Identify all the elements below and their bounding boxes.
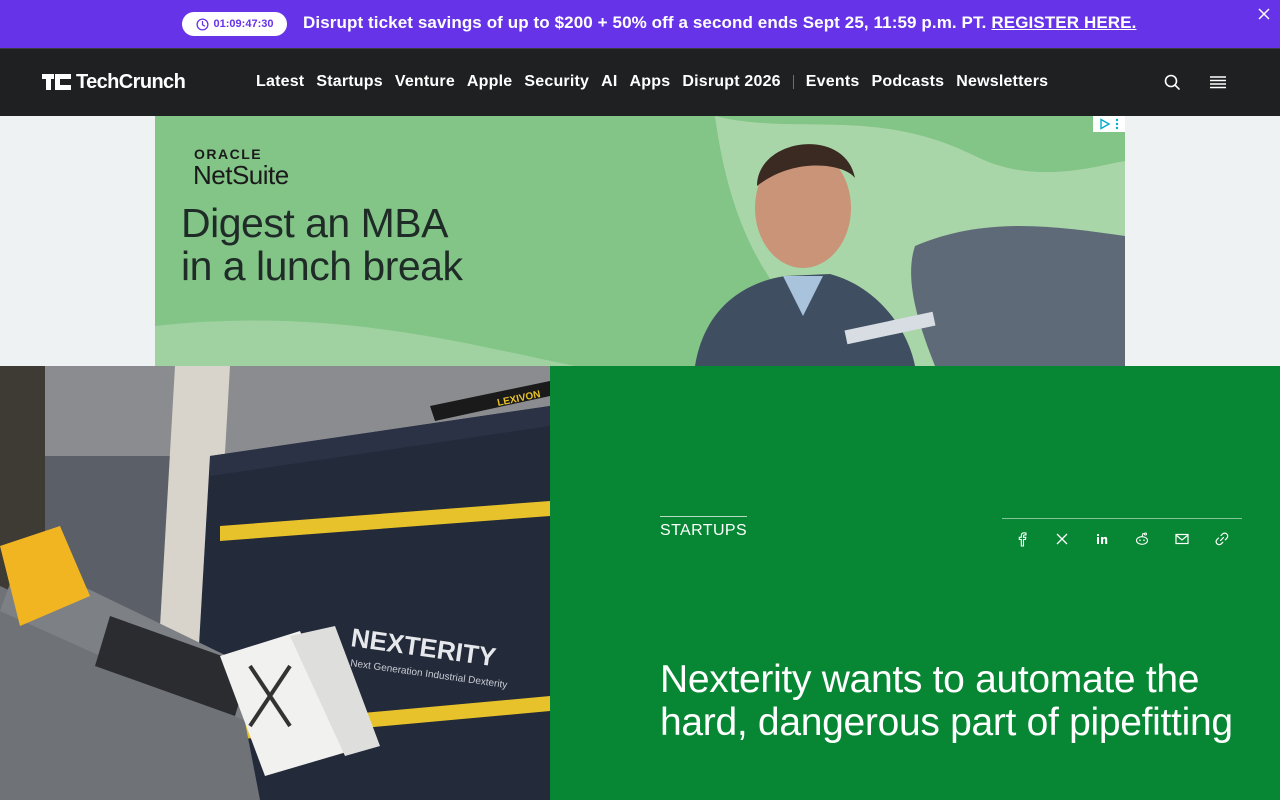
ad-band: ORACLE NetSuite Digest an MBA in a lunch… xyxy=(0,116,1280,366)
promo-banner: 01:09:47:30 Disrupt ticket savings of up… xyxy=(0,0,1280,48)
nav-latest[interactable]: Latest xyxy=(256,73,304,91)
clock-icon xyxy=(195,17,209,31)
countdown-timer: 01:09:47:30 xyxy=(182,12,287,36)
nav-apps[interactable]: Apps xyxy=(630,73,671,91)
site-header: TechCrunch Latest Startups Venture Apple… xyxy=(0,48,1280,116)
hero-photo: NEXTERITY Next Generation Industrial Dex… xyxy=(0,366,550,800)
nav-divider xyxy=(792,75,794,89)
x-icon[interactable] xyxy=(1054,531,1070,547)
ad-headline: Digest an MBA in a lunch break xyxy=(181,200,463,289)
nav-newsletters[interactable]: Newsletters xyxy=(956,73,1048,91)
menu-icon[interactable] xyxy=(1208,72,1228,92)
link-icon[interactable] xyxy=(1214,531,1230,547)
linkedin-icon[interactable] xyxy=(1094,531,1110,547)
facebook-icon[interactable] xyxy=(1014,531,1030,547)
nav-ai[interactable]: AI xyxy=(601,73,617,91)
adchoices-icon xyxy=(1100,118,1111,130)
netsuite-ad[interactable]: ORACLE NetSuite Digest an MBA in a lunch… xyxy=(155,116,1125,366)
reddit-icon[interactable] xyxy=(1134,531,1150,547)
countdown-value: 01:09:47:30 xyxy=(213,18,274,30)
share-bar xyxy=(1002,518,1242,558)
search-icon[interactable] xyxy=(1162,72,1182,92)
nav-disrupt[interactable]: Disrupt 2026 xyxy=(682,73,780,91)
nav-podcasts[interactable]: Podcasts xyxy=(871,73,944,91)
main-nav: Latest Startups Venture Apple Security A… xyxy=(256,71,1060,93)
email-icon[interactable] xyxy=(1174,531,1190,547)
register-link[interactable]: REGISTER HERE. xyxy=(991,13,1136,32)
nav-venture[interactable]: Venture xyxy=(395,73,455,91)
ad-choices[interactable] xyxy=(1093,116,1125,132)
nav-security[interactable]: Security xyxy=(524,73,589,91)
nav-apple[interactable]: Apple xyxy=(467,73,512,91)
nav-events[interactable]: Events xyxy=(806,73,860,91)
site-logo[interactable]: TechCrunch xyxy=(42,70,186,93)
article-headline[interactable]: Nexterity wants to automate the hard, da… xyxy=(660,658,1260,744)
article-hero-panel: STARTUPS Nexterity wants to automate the… xyxy=(550,366,1280,800)
promo-text: Disrupt ticket savings of up to $200 + 5… xyxy=(303,13,1136,33)
article-hero-image: NEXTERITY Next Generation Industrial Dex… xyxy=(0,366,550,800)
nav-startups[interactable]: Startups xyxy=(316,73,383,91)
logo-text: TechCrunch xyxy=(76,70,186,93)
ad-headline-line1: Digest an MBA xyxy=(181,200,448,246)
tc-logo-mark xyxy=(42,74,71,90)
more-options-icon xyxy=(1115,118,1119,130)
ad-brand: NetSuite xyxy=(193,160,289,190)
ad-headline-line2: in a lunch break xyxy=(181,243,463,289)
promo-message: Disrupt ticket savings of up to $200 + 5… xyxy=(303,13,987,32)
close-icon[interactable] xyxy=(1254,4,1274,24)
category-link[interactable]: STARTUPS xyxy=(660,516,748,540)
